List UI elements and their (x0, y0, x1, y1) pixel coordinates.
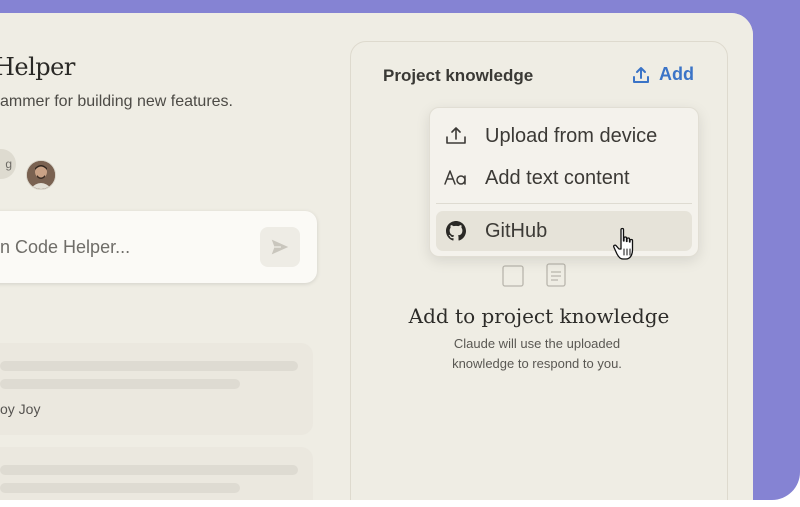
send-icon (271, 239, 289, 255)
menu-item-upload-from-device[interactable]: Upload from device (436, 116, 692, 156)
conversation-meta: oy Joy (0, 401, 41, 417)
chat-input-placeholder: n Code Helper... (0, 237, 131, 257)
send-button[interactable] (260, 227, 300, 267)
app-window: Helper ammer for building new features. … (0, 13, 753, 500)
conversation-card[interactable]: oy Joy (0, 343, 313, 435)
empty-state-description: Claude will use the uploaded knowledge t… (452, 336, 622, 371)
upload-icon (633, 66, 649, 83)
add-button-label: Add (659, 64, 694, 84)
empty-state-illustration (501, 260, 571, 295)
empty-state-title: Add to project knowledge (408, 304, 670, 328)
menu-item-label: GitHub (485, 219, 548, 242)
chat-input[interactable]: n Code Helper... (0, 211, 317, 283)
add-knowledge-menu: Upload from device Add text content GitH… (429, 107, 699, 257)
upload-icon (442, 126, 470, 146)
user-avatar[interactable] (26, 160, 56, 190)
pointer-cursor-icon (612, 227, 642, 268)
menu-item-github[interactable]: GitHub (436, 211, 692, 251)
panel-title: Project knowledge (383, 66, 534, 85)
menu-item-add-text-content[interactable]: Add text content (436, 158, 692, 198)
menu-item-label: Add text content (485, 166, 630, 189)
project-title: Helper (0, 53, 75, 81)
project-description: ammer for building new features. (0, 93, 233, 110)
menu-divider (436, 203, 692, 204)
conversation-card[interactable]: v (0, 447, 313, 500)
menu-item-label: Upload from device (485, 124, 658, 147)
text-icon (442, 169, 470, 187)
add-knowledge-button[interactable]: Add (631, 64, 694, 85)
github-icon (442, 221, 470, 241)
